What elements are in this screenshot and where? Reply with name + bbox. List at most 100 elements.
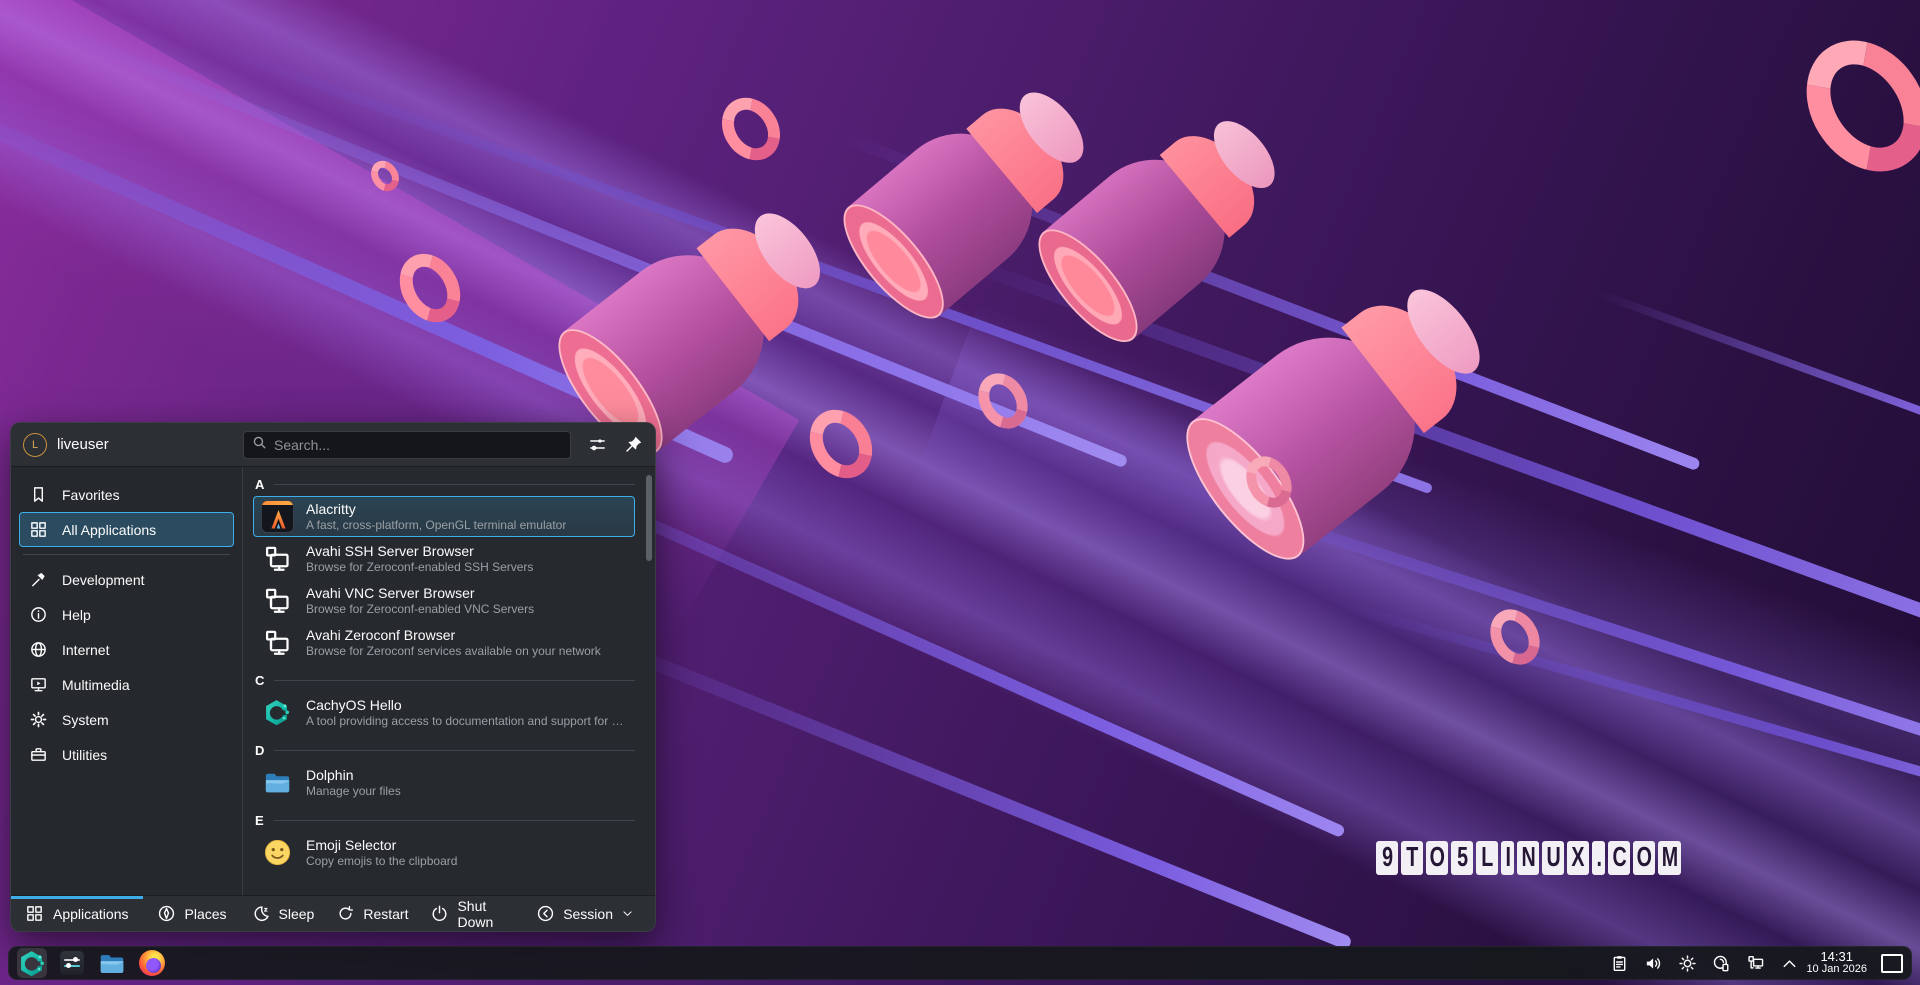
avahi-icon <box>260 542 294 576</box>
watermark-tile: X <box>1567 841 1589 875</box>
shutdown-button[interactable]: Shut Down <box>419 896 525 931</box>
sidebar-item-development[interactable]: Development <box>19 562 234 597</box>
sidebar-item-system[interactable]: System <box>19 702 234 737</box>
sidebar-item-label: Favorites <box>62 487 120 503</box>
launcher-app-list: A Alacritty A fast, cross-platform, Open… <box>243 467 655 895</box>
system-tray <box>1609 953 1800 974</box>
username: liveuser <box>57 436 243 453</box>
sidebar-item-all-applications[interactable]: All Applications <box>19 512 234 547</box>
sidebar-item-label: Multimedia <box>62 677 130 693</box>
avahi-icon <box>260 626 294 660</box>
sidebar-item-favorites[interactable]: Favorites <box>19 477 234 512</box>
toolbox-icon <box>28 745 48 765</box>
session-button[interactable]: Session <box>525 896 645 931</box>
section-letter: D <box>253 743 264 758</box>
avahi-icon <box>260 584 294 618</box>
taskbar-firefox[interactable] <box>137 948 167 978</box>
taskbar: 14:31 10 Jan 2026 <box>8 946 1912 980</box>
sidebar-item-label: Help <box>62 607 91 623</box>
watermark-tile: N <box>1517 841 1539 875</box>
restart-button[interactable]: Restart <box>325 896 419 931</box>
search-input[interactable]: Search... <box>243 431 571 459</box>
section-divider <box>274 820 635 821</box>
section-letter: C <box>253 673 264 688</box>
watermark-tile: U <box>1542 841 1564 875</box>
sidebar-item-utilities[interactable]: Utilities <box>19 737 234 772</box>
emoji-icon <box>260 836 294 870</box>
app-description: Copy emojis to the clipboard <box>306 854 457 869</box>
section-header-C: C <box>253 669 641 691</box>
scrollbar[interactable] <box>646 475 652 561</box>
sidebar-item-label: Internet <box>62 642 109 658</box>
app-row-dolphin[interactable]: Dolphin Manage your files <box>253 762 635 803</box>
grid-icon <box>25 904 44 923</box>
brightness-tray-icon[interactable] <box>1677 953 1698 974</box>
power-icon <box>430 904 449 923</box>
session-icon <box>536 904 555 923</box>
watermark-tile: T <box>1401 841 1423 875</box>
tab-label: Applications <box>53 906 129 922</box>
launcher-header: L liveuser Search... <box>11 423 655 467</box>
app-row-alacritty[interactable]: Alacritty A fast, cross-platform, OpenGL… <box>253 496 635 537</box>
sidebar-item-help[interactable]: Help <box>19 597 234 632</box>
app-name: Alacritty <box>306 501 566 518</box>
watermark-tile: O <box>1426 841 1448 875</box>
info-icon <box>28 605 48 625</box>
taskbar-system-settings[interactable] <box>57 948 87 978</box>
sidebar-separator <box>23 554 230 555</box>
taskbar-app-launcher[interactable] <box>17 948 47 978</box>
user-avatar[interactable]: L <box>23 433 47 457</box>
section-divider <box>274 680 635 681</box>
sidebar-item-label: Development <box>62 572 145 588</box>
wallpaper-ring <box>1782 17 1920 195</box>
action-label: Sleep <box>279 906 315 922</box>
volume-tray-icon[interactable] <box>1643 953 1664 974</box>
app-name: Avahi VNC Server Browser <box>306 585 534 602</box>
clipboard-tray-icon[interactable] <box>1609 953 1630 974</box>
pin-icon[interactable] <box>623 435 643 455</box>
tab-places[interactable]: Places <box>143 896 241 931</box>
taskbar-launchers <box>17 948 167 978</box>
app-row-avahi-zeroconf-browser[interactable]: Avahi Zeroconf Browser Browse for Zeroco… <box>253 622 635 663</box>
app-row-cachyos-hello[interactable]: CachyOS Hello A tool providing access to… <box>253 692 635 733</box>
hammer-icon <box>28 570 48 590</box>
sidebar-item-internet[interactable]: Internet <box>19 632 234 667</box>
taskbar-dolphin[interactable] <box>97 948 127 978</box>
clock[interactable]: 14:31 10 Jan 2026 <box>1806 950 1867 975</box>
search-placeholder: Search... <box>274 437 330 453</box>
watermark-tile: O <box>1633 841 1655 875</box>
sidebar-item-multimedia[interactable]: Multimedia <box>19 667 234 702</box>
launcher-footer: Applications Places Sleep Restart Shut D… <box>11 895 655 931</box>
watermark-tile: C <box>1608 841 1630 875</box>
app-row-avahi-ssh-server-browser[interactable]: Avahi SSH Server Browser Browse for Zero… <box>253 538 635 579</box>
launcher-sidebar: Favorites All Applications Development H… <box>11 467 243 895</box>
app-row-emoji-selector[interactable]: Emoji Selector Copy emojis to the clipbo… <box>253 832 635 873</box>
action-label: Session <box>563 906 613 922</box>
show-desktop-button[interactable] <box>1881 954 1903 973</box>
display-tray-icon[interactable] <box>1745 953 1766 974</box>
app-name: Avahi Zeroconf Browser <box>306 627 601 644</box>
sidebar-item-label: Utilities <box>62 747 107 763</box>
launcher-body: Favorites All Applications Development H… <box>11 467 655 895</box>
moon-icon <box>252 904 271 923</box>
watermark: 9TO5LINUX.COM <box>1376 841 1681 875</box>
configure-icon[interactable] <box>587 435 607 455</box>
sidebar-item-label: System <box>62 712 109 728</box>
alacritty-icon <box>260 500 294 534</box>
chevron-down-icon <box>621 904 634 923</box>
app-description: Browse for Zeroconf services available o… <box>306 644 601 659</box>
application-launcher-menu: L liveuser Search... Favorites All Appli… <box>10 422 656 932</box>
gear-icon <box>28 710 48 730</box>
dolphin-icon <box>260 766 294 800</box>
sleep-button[interactable]: Sleep <box>241 896 326 931</box>
app-row-avahi-vnc-server-browser[interactable]: Avahi VNC Server Browser Browse for Zero… <box>253 580 635 621</box>
tab-applications[interactable]: Applications <box>11 896 143 931</box>
search-icon <box>252 435 267 455</box>
launcher-header-icons <box>587 435 643 455</box>
expand-tray-tray-icon[interactable] <box>1779 953 1800 974</box>
cachyos-icon <box>260 696 294 730</box>
watermark-tile: 5 <box>1451 841 1473 875</box>
clock-date: 10 Jan 2026 <box>1806 964 1867 976</box>
devices-tray-icon[interactable] <box>1711 953 1732 974</box>
desktop: 9TO5LINUX.COM L liveuser Search... Favor… <box>0 0 1920 985</box>
